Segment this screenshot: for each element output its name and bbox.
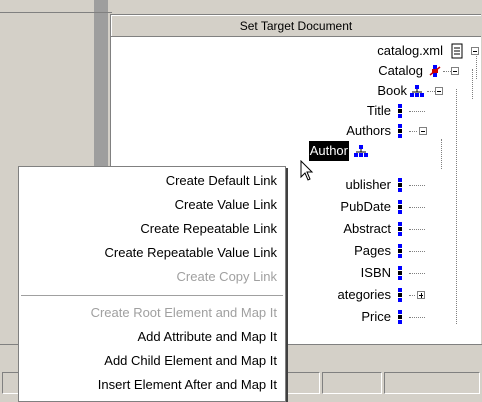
tree-node-label: ISBN bbox=[360, 265, 391, 280]
menu-item-add-child-element[interactable]: Add Child Element and Map It bbox=[104, 351, 277, 371]
tree-connector bbox=[409, 317, 425, 319]
tree-node-label: Authors bbox=[346, 123, 391, 138]
element-icon bbox=[395, 265, 405, 281]
tree-node-label: ublisher bbox=[345, 177, 391, 192]
menu-item-add-attribute[interactable]: Add Attribute and Map It bbox=[138, 327, 277, 347]
tree-node-book[interactable]: Book bbox=[111, 81, 481, 101]
tree-node-label: ategories bbox=[337, 287, 391, 302]
tree-connector bbox=[409, 185, 425, 187]
tree-connector bbox=[427, 91, 435, 93]
tree-node-catalog[interactable]: Catalog bbox=[111, 61, 481, 81]
collapse-toggle[interactable] bbox=[451, 67, 459, 75]
tree-connector bbox=[409, 207, 425, 209]
tree-connector bbox=[409, 273, 425, 275]
tree-node-label-selected: Author bbox=[308, 141, 349, 161]
status-field bbox=[384, 372, 480, 394]
element-icon bbox=[395, 221, 405, 237]
collapse-toggle[interactable] bbox=[419, 127, 427, 135]
tree-node-catalog-xml[interactable]: catalog.xml bbox=[111, 41, 481, 61]
tree-connector bbox=[409, 295, 415, 297]
tree-connector bbox=[409, 131, 417, 133]
context-menu: Create Default Link Create Value Link Cr… bbox=[18, 166, 286, 402]
tree-node-label: PubDate bbox=[340, 199, 391, 214]
tree-node-label: Price bbox=[361, 309, 391, 324]
divider bbox=[0, 12, 112, 13]
tree-node-author[interactable]: Author bbox=[111, 141, 481, 161]
element-red-icon bbox=[429, 63, 441, 79]
menu-item-create-value-link[interactable]: Create Value Link bbox=[175, 195, 277, 215]
mouse-cursor-icon bbox=[300, 159, 314, 185]
element-tree-icon bbox=[409, 83, 425, 99]
panel-title: Set Target Document bbox=[111, 15, 481, 37]
element-icon bbox=[395, 199, 405, 215]
collapse-toggle[interactable] bbox=[435, 87, 443, 95]
menu-item-create-root-element: Create Root Element and Map It bbox=[90, 305, 277, 320]
menu-separator bbox=[21, 295, 283, 296]
tree-node-label: Catalog bbox=[378, 63, 423, 78]
menu-item-create-copy-link: Create Copy Link bbox=[176, 269, 277, 284]
tree-node-label: Book bbox=[377, 83, 407, 98]
element-tree-icon bbox=[353, 143, 369, 159]
menu-item-insert-element-after[interactable]: Insert Element After and Map It bbox=[98, 375, 277, 395]
document-icon bbox=[451, 43, 463, 59]
tree-connector bbox=[409, 111, 425, 113]
tree-node-label: catalog.xml bbox=[377, 43, 443, 58]
menu-item-create-repeatable-link[interactable]: Create Repeatable Link bbox=[140, 219, 277, 239]
tree-node-title[interactable]: Title bbox=[111, 101, 481, 121]
menu-item-create-repeatable-value-link[interactable]: Create Repeatable Value Link bbox=[105, 243, 278, 263]
status-field bbox=[322, 372, 382, 394]
tree-node-label: Title bbox=[366, 103, 391, 118]
element-icon bbox=[395, 177, 405, 193]
tree-node-label: Pages bbox=[354, 243, 391, 258]
tree-node-authors[interactable]: Authors bbox=[111, 121, 481, 141]
menu-item-create-default-link[interactable]: Create Default Link bbox=[166, 171, 277, 191]
element-icon bbox=[395, 243, 405, 259]
tree-connector bbox=[409, 251, 425, 253]
element-icon bbox=[395, 103, 405, 119]
element-icon bbox=[395, 287, 405, 303]
expand-toggle[interactable] bbox=[417, 291, 425, 299]
tree-connector bbox=[409, 229, 425, 231]
tree-node-label: Abstract bbox=[343, 221, 391, 236]
collapse-toggle[interactable] bbox=[471, 47, 479, 55]
element-icon bbox=[395, 309, 405, 325]
tree-connector bbox=[443, 71, 451, 73]
element-icon bbox=[395, 123, 405, 139]
